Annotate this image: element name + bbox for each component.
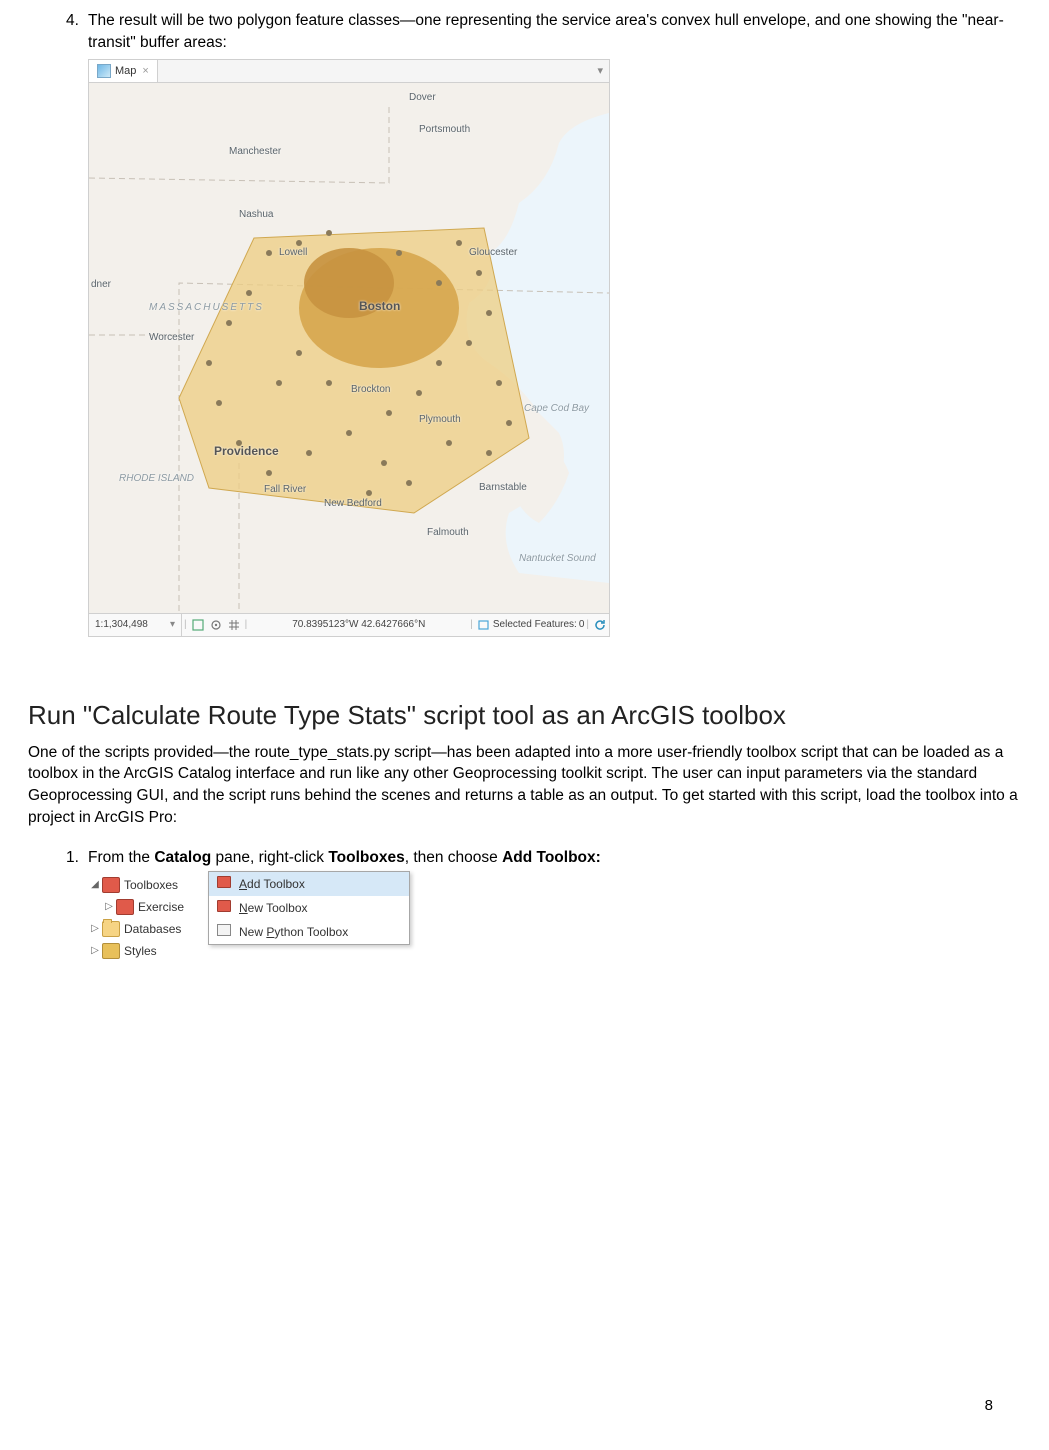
collapse-icon[interactable]: ▷ — [102, 900, 116, 914]
collapse-icon[interactable]: ▷ — [88, 922, 102, 936]
map-label-manchester: Manchester — [229, 145, 281, 159]
constraint-icon[interactable] — [191, 618, 205, 632]
map-label-plymouth: Plymouth — [419, 413, 461, 427]
map-label-fallriver: Fall River — [264, 483, 306, 497]
menu-add-toolbox[interactable]: Add Toolbox — [209, 872, 409, 896]
section-heading: Run "Calculate Route Type Stats" script … — [28, 697, 1021, 733]
map-label-brockton: Brockton — [351, 383, 390, 397]
map-status-bar: 1:1,304,498 ▾ | | 70.8395123°W 42.642766… — [89, 613, 609, 636]
map-label-worcester: Worcester — [149, 331, 194, 345]
step-1-number: 1. — [66, 847, 88, 869]
catalog-exercise-label: Exercise — [138, 899, 184, 916]
selected-features-label: Selected Features: — [493, 618, 577, 632]
context-menu: Add Toolbox New Toolbox New Python Toolb… — [208, 871, 410, 945]
python-toolbox-icon — [215, 924, 233, 941]
map-label-dover: Dover — [409, 91, 436, 105]
map-svg — [89, 83, 609, 613]
map-label-lowell: Lowell — [279, 246, 307, 260]
step-4-number: 4. — [66, 10, 88, 53]
catalog-pane: ◢ Toolboxes Add Toolbox New Toolbox New … — [88, 874, 448, 984]
close-icon[interactable]: × — [142, 64, 148, 79]
map-tab-bar: Map × ▾ — [89, 60, 609, 83]
toolbox-icon — [102, 877, 120, 893]
map-canvas[interactable]: Dover Portsmouth Manchester Nashua Lowel… — [89, 83, 609, 613]
snap-icon[interactable] — [209, 618, 223, 632]
map-label-gloucester: Gloucester — [469, 246, 517, 260]
expand-icon[interactable]: ◢ — [88, 878, 102, 892]
menu-new-toolbox[interactable]: New Toolbox — [209, 896, 409, 920]
catalog-databases-label: Databases — [124, 921, 181, 938]
map-coords: 70.8395123°W 42.6427666°N — [249, 614, 468, 636]
refresh-icon[interactable] — [593, 618, 607, 632]
map-label-portsmouth: Portsmouth — [419, 123, 470, 137]
toolbox-icon — [116, 899, 134, 915]
map-label-nantucket: Nantucket Sound — [519, 553, 579, 564]
collapse-icon[interactable]: ▷ — [88, 944, 102, 958]
map-label-barnstable: Barnstable — [479, 481, 527, 495]
map-label-ri: RHODE ISLAND — [119, 473, 164, 484]
map-label-nashua: Nashua — [239, 208, 273, 222]
map-label-providence: Providence — [214, 443, 279, 460]
map-label-dner: dner — [91, 278, 111, 292]
step-4-text: The result will be two polygon feature c… — [88, 10, 1021, 53]
step-1-item: 1. From the Catalog pane, right-click To… — [66, 847, 1021, 869]
menu-new-python-toolbox[interactable]: New Python Toolbox — [209, 920, 409, 944]
map-tab-label: Map — [115, 64, 136, 79]
catalog-toolboxes-row[interactable]: ◢ Toolboxes Add Toolbox New Toolbox New … — [88, 874, 448, 896]
styles-icon — [102, 943, 120, 959]
intro-paragraph: One of the scripts provided—the route_ty… — [28, 742, 1021, 829]
map-tab[interactable]: Map × — [89, 60, 158, 82]
map-label-newbedford: New Bedford — [324, 498, 364, 509]
selection-icon[interactable] — [477, 618, 491, 632]
map-icon — [97, 64, 111, 78]
step-4-item: 4. The result will be two polygon featur… — [66, 10, 1021, 53]
add-toolbox-icon — [215, 876, 233, 893]
new-toolbox-icon — [215, 900, 233, 917]
step-1-text: From the Catalog pane, right-click Toolb… — [88, 847, 601, 869]
map-tab-menu-icon[interactable]: ▾ — [591, 64, 609, 79]
catalog-toolboxes-label: Toolboxes — [124, 877, 178, 894]
map-label-falmouth: Falmouth — [427, 526, 469, 540]
grid-icon[interactable] — [227, 618, 241, 632]
map-label-capecod: Cape Cod Bay — [524, 403, 564, 414]
page-number: 8 — [985, 1395, 993, 1416]
map-label-boston: Boston — [359, 298, 400, 315]
map-scale-input[interactable]: 1:1,304,498 ▾ — [89, 614, 182, 636]
map-label-massachusetts: MASSACHUSETTS — [149, 301, 264, 315]
map-window: Map × ▾ — [88, 59, 610, 637]
catalog-styles-label: Styles — [124, 943, 157, 960]
folder-icon — [102, 921, 120, 937]
